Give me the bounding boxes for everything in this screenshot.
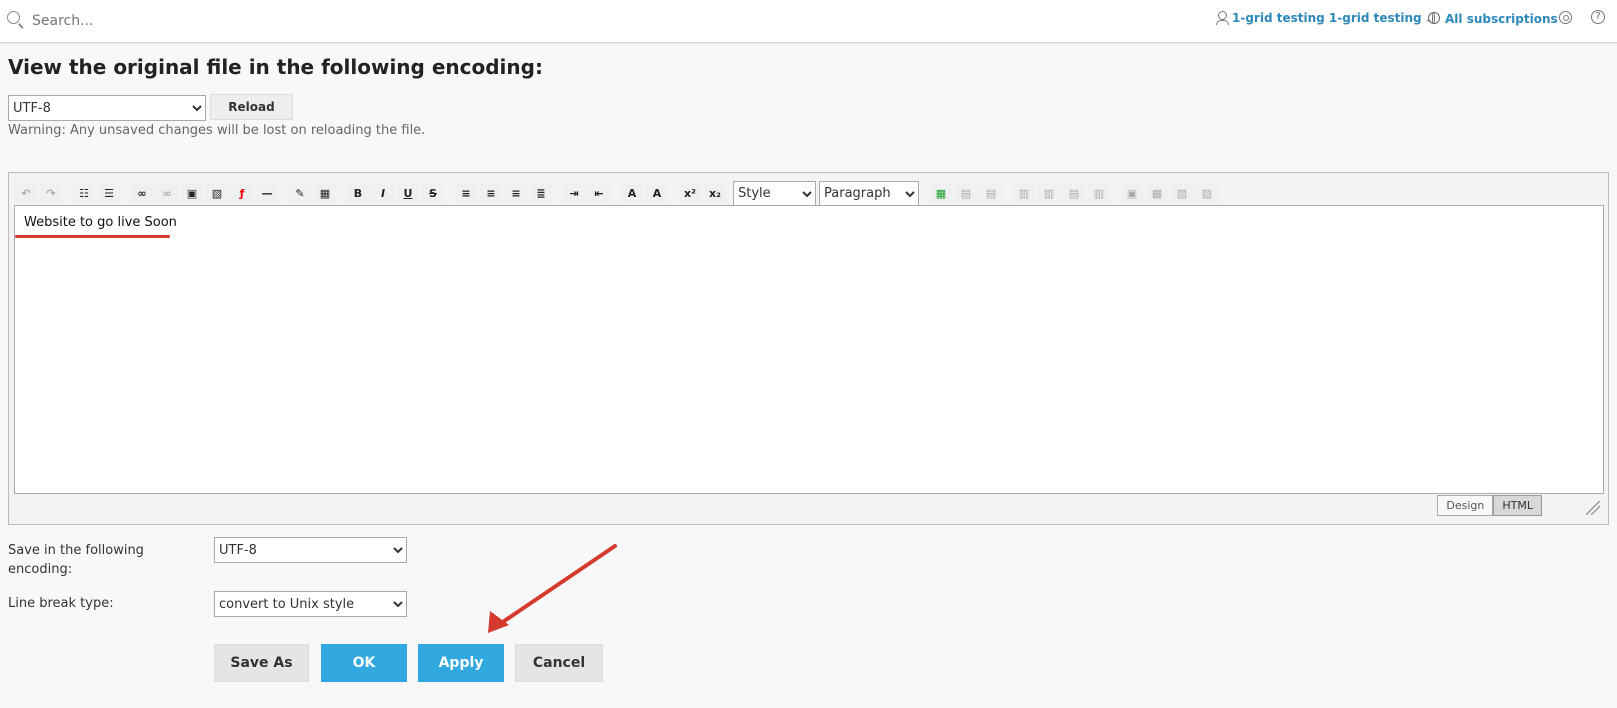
editor-mode-tabs: Design HTML bbox=[1437, 495, 1542, 516]
edit-icon[interactable]: ✎ bbox=[289, 182, 311, 205]
unlink-icon[interactable]: ∞ bbox=[156, 182, 178, 205]
delete-row-icon[interactable]: ▤ bbox=[1063, 182, 1085, 205]
globe-icon bbox=[1428, 12, 1440, 24]
line-break-select[interactable]: convert to Unix style bbox=[214, 591, 407, 617]
insert-table-icon[interactable]: ▦ bbox=[930, 182, 952, 205]
table-row-after-icon[interactable]: ▤ bbox=[980, 182, 1002, 205]
editor-content-area[interactable]: Website to go live Soon bbox=[14, 205, 1604, 494]
table-row-before-icon[interactable]: ▤ bbox=[955, 182, 977, 205]
outdent-icon[interactable]: ⇤ bbox=[588, 182, 610, 205]
reload-warning: Warning: Any unsaved changes will be los… bbox=[8, 123, 426, 138]
split-cell-icon[interactable]: ▦ bbox=[1146, 182, 1168, 205]
image-icon[interactable]: ▣ bbox=[181, 182, 203, 205]
align-center-icon[interactable]: ≡ bbox=[480, 182, 502, 205]
background-color-icon[interactable]: A bbox=[646, 182, 668, 205]
underline-icon[interactable]: U bbox=[397, 182, 419, 205]
search-input[interactable] bbox=[30, 9, 334, 33]
superscript-icon[interactable]: x² bbox=[679, 182, 701, 205]
red-arrow-line bbox=[492, 544, 617, 630]
ordered-list-icon[interactable]: ☷ bbox=[73, 182, 95, 205]
unordered-list-icon[interactable]: ☰ bbox=[98, 182, 120, 205]
delete-column-icon[interactable]: ▥ bbox=[1088, 182, 1110, 205]
save-encoding-label: Save in the following encoding: bbox=[8, 543, 144, 577]
reload-button[interactable]: Reload bbox=[210, 94, 293, 120]
editor-content-text: Website to go live Soon bbox=[24, 215, 177, 230]
align-justify-icon[interactable]: ≣ bbox=[530, 182, 552, 205]
tab-design[interactable]: Design bbox=[1437, 495, 1494, 516]
top-bar: 1-grid testing 1-grid testing⌄ All subsc… bbox=[0, 0, 1617, 43]
theme-icon[interactable] bbox=[1559, 11, 1572, 24]
save-encoding-select[interactable]: UTF-8 bbox=[214, 537, 407, 563]
save-as-button[interactable]: Save As bbox=[214, 644, 309, 682]
style-select[interactable]: Style bbox=[733, 180, 816, 207]
italic-icon[interactable]: I bbox=[372, 182, 394, 205]
align-right-icon[interactable]: ≡ bbox=[505, 182, 527, 205]
subscriptions-label: All subscriptions bbox=[1445, 12, 1558, 26]
table-properties-icon[interactable]: ▨ bbox=[1196, 182, 1218, 205]
paragraph-select[interactable]: Paragraph bbox=[819, 180, 919, 207]
strikethrough-icon[interactable]: S bbox=[422, 182, 444, 205]
red-underline-annotation bbox=[15, 235, 170, 238]
search-icon bbox=[7, 11, 20, 24]
subscript-icon[interactable]: x₂ bbox=[704, 182, 726, 205]
subscriptions-link[interactable]: All subscriptions bbox=[1428, 11, 1558, 26]
cancel-button[interactable]: Cancel bbox=[515, 644, 603, 682]
resize-handle-icon[interactable] bbox=[1586, 501, 1600, 515]
tab-html[interactable]: HTML bbox=[1493, 495, 1542, 516]
table-column-after-icon[interactable]: ▥ bbox=[1038, 182, 1060, 205]
text-color-icon[interactable]: A bbox=[621, 182, 643, 205]
cell-properties-icon[interactable]: ▧ bbox=[1171, 182, 1193, 205]
line-break-label: Line break type: bbox=[8, 596, 114, 611]
bold-icon[interactable]: B bbox=[347, 182, 369, 205]
original-encoding-select[interactable]: UTF-8 bbox=[8, 95, 206, 121]
flash-icon[interactable]: ƒ bbox=[231, 182, 253, 205]
horizontal-rule-icon[interactable]: — bbox=[256, 182, 278, 205]
html-editor: ↶ ↷ ☷ ☰ ∞ ∞ ▣ ▧ ƒ — ✎ ▦ B I U S ≡ ≡ ≡ ≣ … bbox=[8, 172, 1609, 525]
image-manager-icon[interactable]: ▧ bbox=[206, 182, 228, 205]
ok-button[interactable]: OK bbox=[321, 644, 407, 682]
editor-toolbar: ↶ ↷ ☷ ☰ ∞ ∞ ▣ ▧ ƒ — ✎ ▦ B I U S ≡ ≡ ≡ ≣ … bbox=[15, 179, 1603, 208]
page-title: View the original file in the following … bbox=[8, 55, 543, 79]
user-menu[interactable]: 1-grid testing 1-grid testing ⌄ bbox=[1216, 11, 1433, 25]
red-arrow-annotation bbox=[488, 544, 617, 633]
indent-icon[interactable]: ⇥ bbox=[563, 182, 585, 205]
table-grid-icon[interactable]: ▦ bbox=[314, 182, 336, 205]
user-label: 1-grid testing 1-grid testing bbox=[1232, 11, 1422, 25]
user-icon bbox=[1216, 11, 1229, 25]
align-left-icon[interactable]: ≡ bbox=[455, 182, 477, 205]
table-column-before-icon[interactable]: ▥ bbox=[1013, 182, 1035, 205]
help-icon[interactable]: ? bbox=[1591, 10, 1605, 24]
undo-icon[interactable]: ↶ bbox=[15, 182, 37, 205]
merge-cells-icon[interactable]: ▣ bbox=[1121, 182, 1143, 205]
link-icon[interactable]: ∞ bbox=[131, 182, 153, 205]
redo-icon[interactable]: ↷ bbox=[40, 182, 62, 205]
apply-button[interactable]: Apply bbox=[418, 644, 504, 682]
